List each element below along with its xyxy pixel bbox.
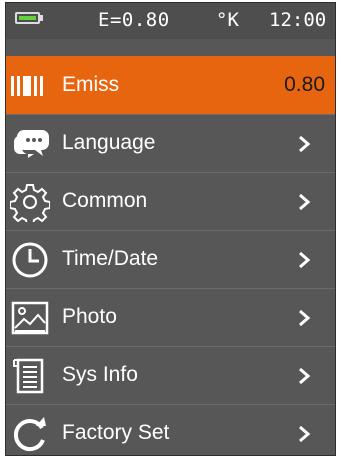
emissivity-readout: E=0.80 xyxy=(98,9,170,31)
chevron-right-icon xyxy=(299,367,311,385)
battery-icon xyxy=(15,12,40,24)
emissivity-value: 0.80 xyxy=(284,73,325,96)
menu-item-label: Photo xyxy=(62,305,117,328)
menu-item-label: Factory Set xyxy=(62,421,170,444)
device-screen: E=0.80 °K 12:00 Emiss 0.80 Language Comm… xyxy=(5,2,336,456)
menu-item-common[interactable]: Common xyxy=(6,172,335,230)
menu-item-label: Emiss xyxy=(62,73,120,96)
clock-icon xyxy=(12,242,48,278)
chevron-right-icon xyxy=(299,251,311,269)
battery-tip xyxy=(40,15,43,21)
temperature-unit: °K xyxy=(216,9,239,31)
menu-item-factory-set[interactable]: Factory Set xyxy=(6,404,335,455)
menu-item-photo[interactable]: Photo xyxy=(6,288,335,346)
gear-icon xyxy=(10,184,50,222)
menu-item-label: Common xyxy=(62,189,148,212)
document-icon xyxy=(13,358,44,394)
chevron-right-icon xyxy=(299,425,311,443)
menu-item-label: Sys Info xyxy=(62,363,138,386)
reset-arrow-icon xyxy=(13,417,46,451)
clock-time: 12:00 xyxy=(269,9,327,31)
image-icon xyxy=(11,301,49,335)
menu-item-label: Time/Date xyxy=(62,247,159,270)
menu-item-time-date[interactable]: Time/Date xyxy=(6,230,335,288)
menu-item-sys-info[interactable]: Sys Info xyxy=(6,346,335,404)
menu-item-label: Language xyxy=(62,131,156,154)
menu-item-language[interactable]: Language xyxy=(6,114,335,172)
chevron-right-icon xyxy=(299,309,311,327)
chevron-right-icon xyxy=(299,135,311,153)
speech-bubble-icon xyxy=(13,130,49,158)
menu-item-emiss[interactable]: Emiss 0.80 xyxy=(6,56,335,114)
chevron-right-icon xyxy=(299,193,311,211)
emissivity-bars-icon xyxy=(11,76,43,96)
status-bar: E=0.80 °K 12:00 xyxy=(6,3,335,39)
